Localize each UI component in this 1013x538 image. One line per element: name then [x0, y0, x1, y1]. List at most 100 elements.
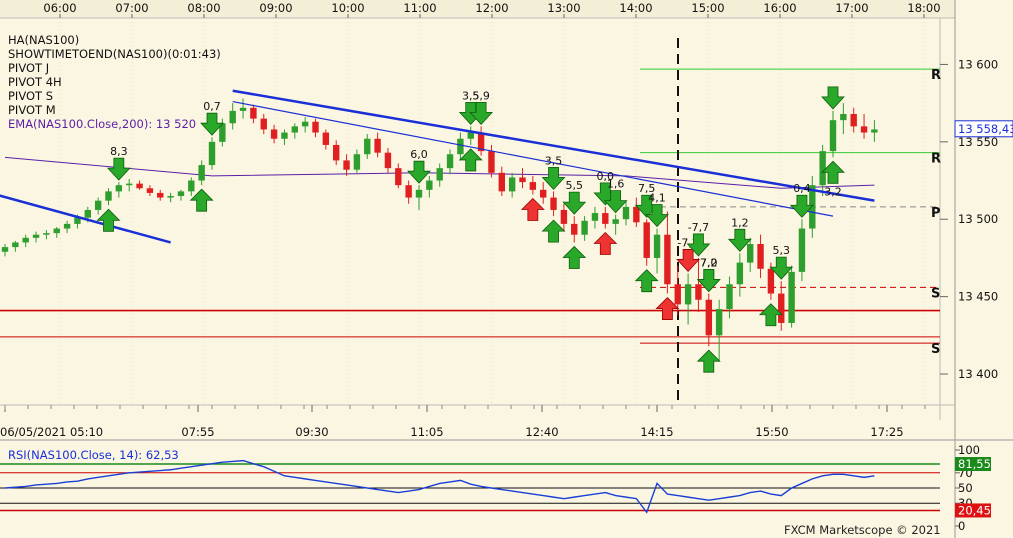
legend-item: PIVOT J	[8, 61, 50, 75]
candle-body	[860, 126, 868, 133]
candle-body	[198, 165, 205, 181]
arrow-value-label: 5,5	[566, 179, 584, 192]
candle-body	[747, 244, 754, 263]
candle-body	[146, 188, 154, 193]
candle-body	[126, 183, 133, 186]
top-time-label: 11:00	[403, 1, 436, 15]
candle-body	[188, 180, 195, 192]
candle-body	[684, 284, 692, 305]
arrow-value-label: 0,4	[793, 182, 811, 195]
candle-body	[653, 234, 661, 258]
pivot-label: R	[931, 68, 941, 83]
candle-body	[446, 154, 454, 169]
arrow-value-label: 6,0	[410, 148, 428, 161]
candle-body	[850, 113, 857, 127]
candle-body	[488, 151, 495, 173]
candle-body	[829, 120, 837, 152]
candle-body	[270, 129, 278, 139]
price-tick-label: 13 400	[958, 367, 998, 381]
candle-body	[529, 182, 537, 190]
bottom-date-label: 07:55	[181, 425, 214, 439]
candle-body	[312, 121, 319, 133]
arrow-value-label: 3,5	[545, 154, 563, 167]
candle-body	[436, 168, 443, 181]
arrow-value-label: 5,9	[472, 89, 490, 102]
top-time-label: 12:00	[475, 1, 508, 15]
candle-body	[32, 234, 40, 238]
candle-body	[322, 132, 330, 145]
candle-body	[53, 228, 60, 234]
candle-body	[540, 189, 547, 198]
candle-body	[22, 237, 29, 243]
candle-body	[63, 223, 71, 229]
candle-body	[364, 138, 371, 155]
rsi-level-label: 81,55	[958, 457, 991, 471]
top-time-label: 16:00	[763, 1, 796, 15]
candle-body	[612, 219, 619, 224]
candle-body	[333, 144, 340, 161]
candle-body	[715, 309, 723, 336]
arrow-value-label: 4,1	[648, 192, 666, 205]
candle-body	[136, 183, 143, 189]
candle-body	[405, 185, 412, 198]
chart-root: 06:00 07:00 08:00 09:00 10:00 11:00 12:00 13:00…	[0, 0, 1013, 538]
bottom-date-label: 11:05	[410, 425, 443, 439]
price-tick-label: 13 500	[958, 212, 998, 226]
candle-body	[695, 284, 702, 300]
candle-body	[426, 180, 433, 190]
candle-body	[94, 200, 102, 210]
candle-body	[798, 228, 806, 272]
candle-body	[167, 196, 174, 198]
candle-body	[643, 222, 650, 258]
top-time-label: 18:00	[907, 1, 940, 15]
candle-body	[705, 299, 712, 336]
legend-item: HA(NAS100)	[8, 33, 80, 47]
arrow-value-label: -7,7	[688, 221, 709, 234]
candle-body	[778, 293, 785, 323]
arrow-value-label: 5,3	[773, 244, 791, 257]
top-time-label: 06:00	[43, 1, 76, 15]
candle-body	[467, 132, 474, 139]
candle-body	[115, 185, 123, 192]
candle-body	[840, 113, 847, 121]
arrow-value-label: 1,6	[607, 178, 625, 191]
copyright: FXCM Marketscope © 2021	[784, 523, 941, 537]
arrow-value-label: 3,2	[824, 185, 842, 198]
rsi-tick-label: 0	[958, 519, 965, 533]
candle-body	[819, 151, 826, 186]
rsi-tick-label: 100	[958, 443, 980, 457]
candle-body	[633, 206, 640, 223]
candle-body	[384, 152, 392, 169]
candle-body	[508, 177, 516, 192]
bottom-date-label: 17:25	[870, 425, 903, 439]
candle-body	[84, 209, 91, 218]
legend: HA(NAS100) SHOWTIMETOEND(NAS100)(0:01:43…	[8, 33, 221, 131]
candle-body	[674, 284, 681, 305]
top-time-label: 07:00	[115, 1, 148, 15]
top-time-label: 15:00	[691, 1, 724, 15]
pivot-label: S	[931, 342, 940, 357]
candle-body	[250, 107, 257, 119]
candle-body	[457, 138, 464, 155]
candle-body	[591, 213, 599, 221]
arrow-value-label: 8,3	[110, 145, 128, 158]
top-time-label: 10:00	[331, 1, 364, 15]
pivot-label: S	[931, 286, 940, 301]
candle-body	[208, 141, 216, 166]
candle-body	[343, 160, 350, 170]
top-time-label: 13:00	[547, 1, 580, 15]
candle-body	[395, 168, 402, 186]
rsi-level-label: 20,45	[958, 503, 991, 517]
bottom-date-label: 09:30	[295, 425, 328, 439]
candle-body	[291, 126, 298, 133]
candle-body	[498, 172, 505, 192]
top-time-label: 17:00	[835, 1, 868, 15]
candle-body	[871, 129, 878, 133]
arrow-value-label: 7,0	[700, 257, 718, 270]
price-tick-label: 13 600	[958, 57, 998, 71]
bottom-date-label: 12:40	[525, 425, 558, 439]
bottom-date-label: 06/05/2021 05:10	[0, 425, 103, 439]
ema-label: EMA(NAS100.Close,200): 13 520	[8, 117, 197, 131]
current-price-label: 13 558,43	[958, 122, 1013, 136]
legend-item: PIVOT S	[8, 89, 54, 103]
